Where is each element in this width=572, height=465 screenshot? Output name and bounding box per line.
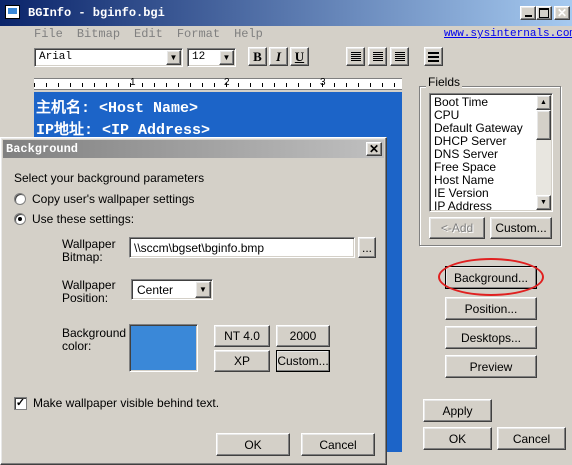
main-ok-button[interactable]: OK bbox=[423, 427, 492, 450]
menu-help[interactable]: Help bbox=[234, 27, 263, 41]
scroll-thumb[interactable] bbox=[536, 110, 551, 140]
wallpaper-bitmap-input[interactable]: \\sccm\bgset\bginfo.bmp bbox=[129, 237, 355, 258]
dialog-title: Background bbox=[6, 142, 79, 156]
browse-button[interactable]: ... bbox=[358, 237, 376, 258]
font-size-combo[interactable]: 12 ▼ bbox=[187, 48, 236, 67]
chevron-down-icon: ▼ bbox=[199, 285, 207, 294]
maximize-icon bbox=[539, 8, 549, 18]
font-size-value: 12 bbox=[192, 51, 206, 63]
close-icon: ✕ bbox=[556, 6, 568, 20]
option-copy-label: Copy user's wallpaper settings bbox=[32, 192, 195, 206]
scroll-up-button[interactable]: ▲ bbox=[536, 95, 551, 110]
menu-bar: File Bitmap Edit Format Help bbox=[34, 27, 277, 43]
align-left-button[interactable] bbox=[346, 47, 365, 66]
font-size-dropdown-button[interactable]: ▼ bbox=[219, 50, 234, 65]
editor-line-ip: IP地址: <IP Address> bbox=[36, 122, 211, 139]
align-center-icon bbox=[372, 52, 383, 61]
menu-format[interactable]: Format bbox=[177, 27, 220, 41]
font-name-value: Arial bbox=[39, 51, 73, 63]
option-copy-wallpaper[interactable]: Copy user's wallpaper settings bbox=[14, 192, 194, 206]
wallpaper-bitmap-label: Wallpaper Bitmap: bbox=[62, 237, 116, 264]
minimize-button[interactable] bbox=[520, 6, 536, 20]
custom-field-button[interactable]: Custom... bbox=[490, 217, 552, 239]
menu-edit[interactable]: Edit bbox=[134, 27, 163, 41]
radio-copy-wallpaper[interactable] bbox=[14, 193, 26, 205]
main-title-bar[interactable]: BGInfo - bginfo.bgi ✕ bbox=[0, 0, 572, 26]
custom-color-button[interactable]: Custom... bbox=[276, 350, 330, 372]
dialog-title-bar[interactable]: Background ✕ bbox=[3, 140, 384, 158]
align-left-icon bbox=[350, 52, 361, 61]
ruler: 1 2 3 bbox=[34, 77, 402, 90]
background-color-label: Background color: bbox=[62, 326, 127, 353]
bullet-list-icon bbox=[428, 51, 439, 62]
add-field-button[interactable]: <-Add bbox=[429, 217, 485, 239]
dialog-intro: Select your background parameters bbox=[14, 171, 205, 185]
font-name-combo[interactable]: Arial ▼ bbox=[34, 48, 183, 67]
wallpaper-position-value: Center bbox=[137, 283, 174, 297]
dialog-ok-button[interactable]: OK bbox=[216, 433, 290, 456]
chevron-down-icon: ▼ bbox=[540, 199, 547, 206]
close-button[interactable]: ✕ bbox=[554, 6, 570, 20]
wallpaper-position-select[interactable]: Center ▼ bbox=[131, 279, 213, 300]
apply-button[interactable]: Apply bbox=[423, 399, 492, 422]
preview-button[interactable]: Preview bbox=[445, 355, 537, 378]
ruler-mark-3: 3 bbox=[320, 77, 326, 88]
background-color-swatch[interactable] bbox=[129, 324, 198, 372]
fields-label: Fields bbox=[426, 75, 463, 89]
option-use-settings[interactable]: Use these settings: bbox=[14, 212, 134, 226]
scroll-down-button[interactable]: ▼ bbox=[536, 195, 551, 210]
fields-list[interactable]: Boot Time CPU Default Gateway DHCP Serve… bbox=[429, 93, 553, 212]
app-icon bbox=[5, 5, 20, 19]
dialog-close-button[interactable]: ✕ bbox=[366, 142, 382, 156]
position-dropdown-button[interactable]: ▼ bbox=[195, 281, 211, 298]
ruler-mark-1: 1 bbox=[130, 77, 136, 88]
option-use-label: Use these settings: bbox=[32, 212, 135, 226]
position-button[interactable]: Position... bbox=[445, 297, 537, 320]
underline-button[interactable]: U bbox=[290, 47, 309, 66]
minimize-icon bbox=[524, 15, 532, 17]
font-name-dropdown-button[interactable]: ▼ bbox=[166, 50, 181, 65]
align-right-icon bbox=[394, 52, 405, 61]
background-dialog: Background ✕ Select your background para… bbox=[0, 137, 387, 465]
menu-bitmap[interactable]: Bitmap bbox=[77, 27, 120, 41]
highlight-ellipse bbox=[438, 258, 544, 296]
make-visible-option[interactable]: ✓ Make wallpaper visible behind text. bbox=[14, 396, 219, 410]
desktops-button[interactable]: Desktops... bbox=[445, 326, 537, 349]
fields-scrollbar[interactable]: ▲ ▼ bbox=[536, 95, 551, 210]
menu-file[interactable]: File bbox=[34, 27, 63, 41]
italic-button[interactable]: I bbox=[269, 47, 288, 66]
make-visible-label: Make wallpaper visible behind text. bbox=[33, 396, 220, 410]
chevron-down-icon: ▼ bbox=[222, 53, 231, 62]
chevron-up-icon: ▲ bbox=[540, 99, 547, 106]
nt40-color-button[interactable]: NT 4.0 bbox=[214, 325, 270, 347]
main-cancel-button[interactable]: Cancel bbox=[497, 427, 566, 450]
align-right-button[interactable] bbox=[390, 47, 409, 66]
make-visible-checkbox[interactable]: ✓ bbox=[14, 396, 27, 410]
fields-list-items: Boot Time CPU Default Gateway DHCP Serve… bbox=[432, 96, 536, 212]
close-icon: ✕ bbox=[368, 142, 380, 156]
win2000-color-button[interactable]: 2000 bbox=[276, 325, 330, 347]
bold-button[interactable]: B bbox=[248, 47, 267, 66]
chevron-down-icon: ▼ bbox=[169, 53, 178, 62]
sysinternals-link[interactable]: www.sysinternals.com bbox=[444, 28, 572, 40]
maximize-button[interactable] bbox=[536, 6, 552, 20]
main-title: BGInfo - bginfo.bgi bbox=[28, 6, 165, 20]
editor-line-host: 主机名: <Host Name> bbox=[36, 100, 199, 117]
dialog-cancel-button[interactable]: Cancel bbox=[301, 433, 375, 456]
xp-color-button[interactable]: XP bbox=[214, 350, 270, 372]
list-item[interactable]: IP Address bbox=[432, 200, 536, 212]
wallpaper-position-label: Wallpaper Position: bbox=[62, 278, 116, 305]
radio-use-settings[interactable] bbox=[14, 213, 26, 225]
ruler-mark-2: 2 bbox=[224, 77, 230, 88]
wallpaper-bitmap-value: \\sccm\bgset\bginfo.bmp bbox=[134, 241, 265, 255]
align-center-button[interactable] bbox=[368, 47, 387, 66]
bullet-list-button[interactable] bbox=[424, 47, 443, 66]
